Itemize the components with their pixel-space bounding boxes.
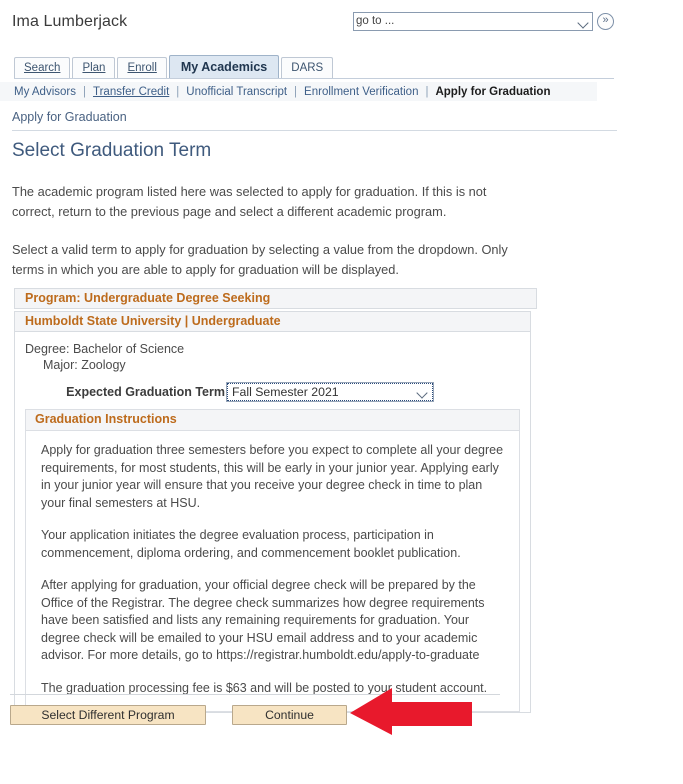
graduation-instructions-body: Apply for graduation three semesters bef… <box>26 431 519 711</box>
tab-plan-label: Plan <box>82 62 106 74</box>
expected-graduation-term-label: Expected Graduation Term <box>66 385 225 399</box>
subnav-separator: | <box>176 85 180 98</box>
left-arrow-annotation <box>350 688 472 735</box>
degree-line: Degree: Bachelor of Science <box>25 342 185 356</box>
chevron-down-icon <box>417 386 429 398</box>
chevron-down-icon <box>578 16 590 28</box>
subnav-item-my-advisors[interactable]: My Advisors <box>14 86 76 98</box>
goto-select[interactable]: go to ... <box>353 12 593 31</box>
breadcrumb-divider <box>12 130 617 131</box>
degree-info: Degree: Bachelor of Science Major: Zoolo… <box>15 332 530 377</box>
tab-search-label: Search <box>24 62 61 74</box>
subnav-item-enrollment-verification[interactable]: Enrollment Verification <box>304 86 418 98</box>
select-different-program-button[interactable]: Select Different Program <box>10 705 206 725</box>
page-title: Select Graduation Term <box>12 140 212 161</box>
goto-select-value: go to ... <box>356 15 395 27</box>
tab-plan[interactable]: Plan <box>72 57 116 78</box>
tab-dars[interactable]: DARS <box>281 57 334 78</box>
sub-navigation-bar: My Advisors | Transfer Credit | Unoffici… <box>0 82 597 101</box>
tab-dars-label: DARS <box>291 62 324 74</box>
subnav-item-unofficial-transcript[interactable]: Unofficial Transcript <box>186 86 287 98</box>
expected-graduation-term-select[interactable]: Fall Semester 2021 <box>226 382 434 402</box>
tab-enroll[interactable]: Enroll <box>117 57 167 78</box>
program-band: Program: Undergraduate Degree Seeking <box>14 288 537 309</box>
subnav-item-apply-for-graduation[interactable]: Apply for Graduation <box>435 86 550 98</box>
subnav-item-transfer-credit[interactable]: Transfer Credit <box>93 86 169 98</box>
goto-control: go to ... » <box>353 12 614 31</box>
instructions-paragraph-3: After applying for graduation, your offi… <box>41 578 485 662</box>
tab-my-academics[interactable]: My Academics <box>168 55 280 78</box>
breadcrumb: Apply for Graduation <box>12 110 127 124</box>
tab-my-academics-label: My Academics <box>180 60 268 74</box>
institution-band: Humboldt State University | Undergraduat… <box>15 311 530 332</box>
intro-paragraph-2: Select a valid term to apply for graduat… <box>12 242 508 277</box>
graduation-instructions-heading: Graduation Instructions <box>26 410 519 431</box>
subnav-my-advisors-label: My Advisors <box>14 85 76 98</box>
subnav-separator: | <box>294 85 298 98</box>
user-name: Ima Lumberjack <box>12 13 128 30</box>
subnav-transfer-credit-label: Transfer Credit <box>93 85 170 98</box>
tab-search[interactable]: Search <box>14 57 71 78</box>
double-chevron-right-icon[interactable]: » <box>597 13 614 30</box>
intro-paragraph-1: The academic program listed here was sel… <box>12 184 487 219</box>
expected-graduation-term-value: Fall Semester 2021 <box>232 385 339 399</box>
instructions-paragraph-2: Your application initiates the degree ev… <box>41 528 461 560</box>
instructions-paragraph-1: Apply for graduation three semesters bef… <box>41 443 504 510</box>
subnav-enrollment-verification-label: Enrollment Verification <box>304 85 419 98</box>
tab-enroll-label: Enroll <box>127 62 157 74</box>
major-line: Major: Zoology <box>43 358 126 372</box>
program-panel: Program: Undergraduate Degree Seeking Hu… <box>14 288 537 713</box>
subnav-unofficial-transcript-label: Unofficial Transcript <box>186 85 288 98</box>
expected-graduation-term-row: Expected Graduation Term Fall Semester 2… <box>15 377 530 405</box>
main-tab-bar: Search Plan Enroll My Academics DARS <box>14 55 335 78</box>
graduation-instructions-panel: Graduation Instructions Apply for gradua… <box>25 409 520 712</box>
tab-bar-divider <box>14 78 614 79</box>
continue-button[interactable]: Continue <box>232 705 347 725</box>
intro-text: The academic program listed here was sel… <box>12 182 532 298</box>
subnav-separator: | <box>425 85 429 98</box>
subnav-separator: | <box>83 85 86 98</box>
top-bar: Ima Lumberjack go to ... » <box>0 0 683 44</box>
institution-panel: Humboldt State University | Undergraduat… <box>14 311 531 713</box>
